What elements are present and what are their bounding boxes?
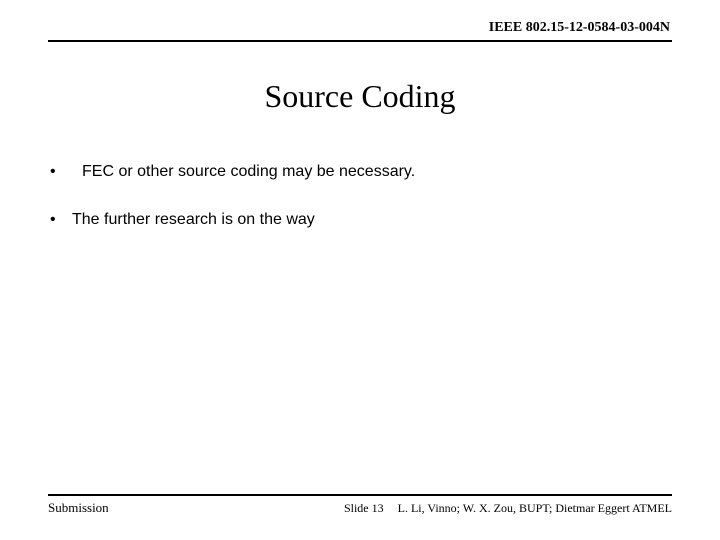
bullet-list: • FEC or other source coding may be nece… — [48, 163, 672, 229]
document-number: IEEE 802.15-12-0584-03-004N — [48, 20, 672, 38]
footer-right: Slide 13 L. Li, Vinno; W. X. Zou, BUPT; … — [344, 501, 672, 516]
footer-left: Submission — [48, 500, 109, 516]
slide-title: Source Coding — [48, 78, 672, 115]
slide-number: Slide 13 — [344, 501, 384, 516]
header-divider — [48, 40, 672, 42]
footer: Submission Slide 13 L. Li, Vinno; W. X. … — [48, 494, 672, 516]
footer-divider — [48, 494, 672, 496]
bullet-text: The further research is on the way — [72, 211, 672, 229]
bullet-icon: • — [48, 163, 72, 181]
slide-page: IEEE 802.15-12-0584-03-004N Source Codin… — [0, 0, 720, 540]
footer-authors: L. Li, Vinno; W. X. Zou, BUPT; Dietmar E… — [398, 501, 672, 516]
footer-row: Submission Slide 13 L. Li, Vinno; W. X. … — [48, 500, 672, 516]
list-item: • The further research is on the way — [48, 211, 672, 229]
header: IEEE 802.15-12-0584-03-004N — [48, 0, 672, 42]
list-item: • FEC or other source coding may be nece… — [48, 163, 672, 181]
bullet-text: FEC or other source coding may be necess… — [72, 163, 672, 181]
bullet-icon: • — [48, 211, 72, 229]
